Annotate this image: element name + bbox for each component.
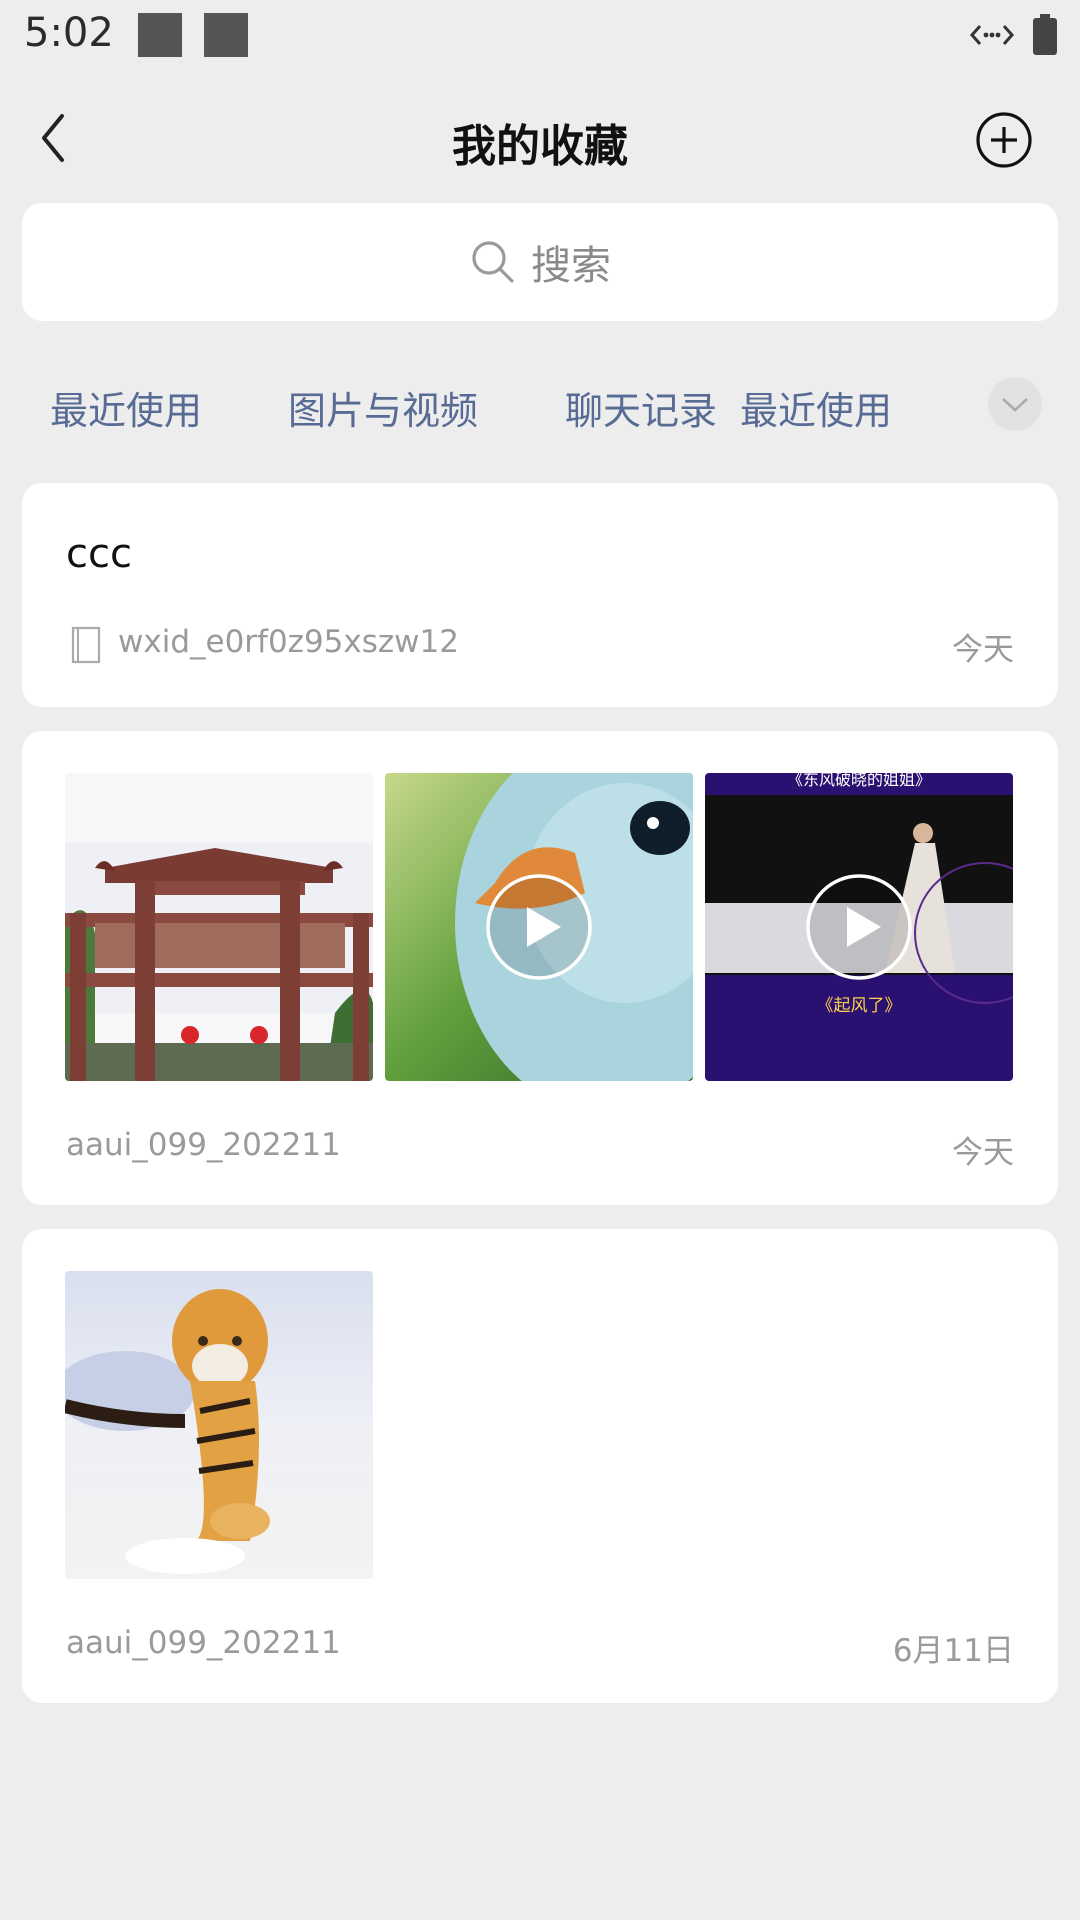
favorite-item-media[interactable]: 《东风破晓的姐姐》 《起风了》 aaui_099_202211 今天 [22,731,1058,1205]
media-thumbnail-tiger[interactable] [65,1271,373,1579]
tab-photos-videos[interactable]: 图片与视频 [288,380,478,435]
search-icon [472,241,514,283]
notification-icon [138,13,182,57]
favorite-item-image[interactable]: aaui_099_202211 6月11日 [22,1229,1058,1703]
item-date: 今天 [952,1135,1014,1171]
chevron-down-icon [1002,398,1028,412]
note-text: ccc [66,531,132,577]
tab-recent[interactable]: 最近使用 [50,380,202,435]
add-button[interactable] [974,110,1034,170]
play-icon [806,874,912,980]
video-top-caption: 《东风破晓的姐姐》 [787,773,931,789]
archway-image [65,773,373,1081]
tiger-image [65,1271,373,1579]
item-date: 6月11日 [892,1633,1014,1669]
tabs-expand-button[interactable] [988,377,1042,431]
item-source: wxid_e0rf0z95xszw12 [118,624,459,660]
search-placeholder: 搜索 [531,243,611,289]
item-source: aaui_099_202211 [66,1127,341,1163]
media-thumbnail-duckling[interactable] [385,773,693,1081]
category-tabs: 最近使用 图片与视频 聊天记录 最近使用 [0,370,1080,440]
play-icon [486,874,592,980]
tab-chat-history[interactable]: 聊天记录 [565,380,717,435]
media-thumbnail-stage[interactable]: 《东风破晓的姐姐》 《起风了》 [705,773,1013,1081]
item-source: aaui_099_202211 [66,1625,341,1661]
search-bar[interactable]: 搜索 [22,203,1058,321]
media-thumbnail-archway[interactable] [65,773,373,1081]
video-caption: 《起风了》 [817,996,902,1016]
status-time: 5:02 [24,10,114,56]
nav-bar: 我的收藏 [0,90,1080,186]
battery-icon [1033,14,1057,55]
plus-circle-icon [976,112,1032,168]
data-transfer-icon [970,25,1014,45]
favorite-item-note[interactable]: ccc wxid_e0rf0z95xszw12 今天 [22,483,1058,707]
item-date: 今天 [952,632,1014,668]
note-icon [71,626,101,664]
tab-recent-2[interactable]: 最近使用 [740,380,892,435]
notification-icon [204,13,248,57]
status-bar: 5:02 [0,0,1080,72]
page-title: 我的收藏 [452,121,628,172]
